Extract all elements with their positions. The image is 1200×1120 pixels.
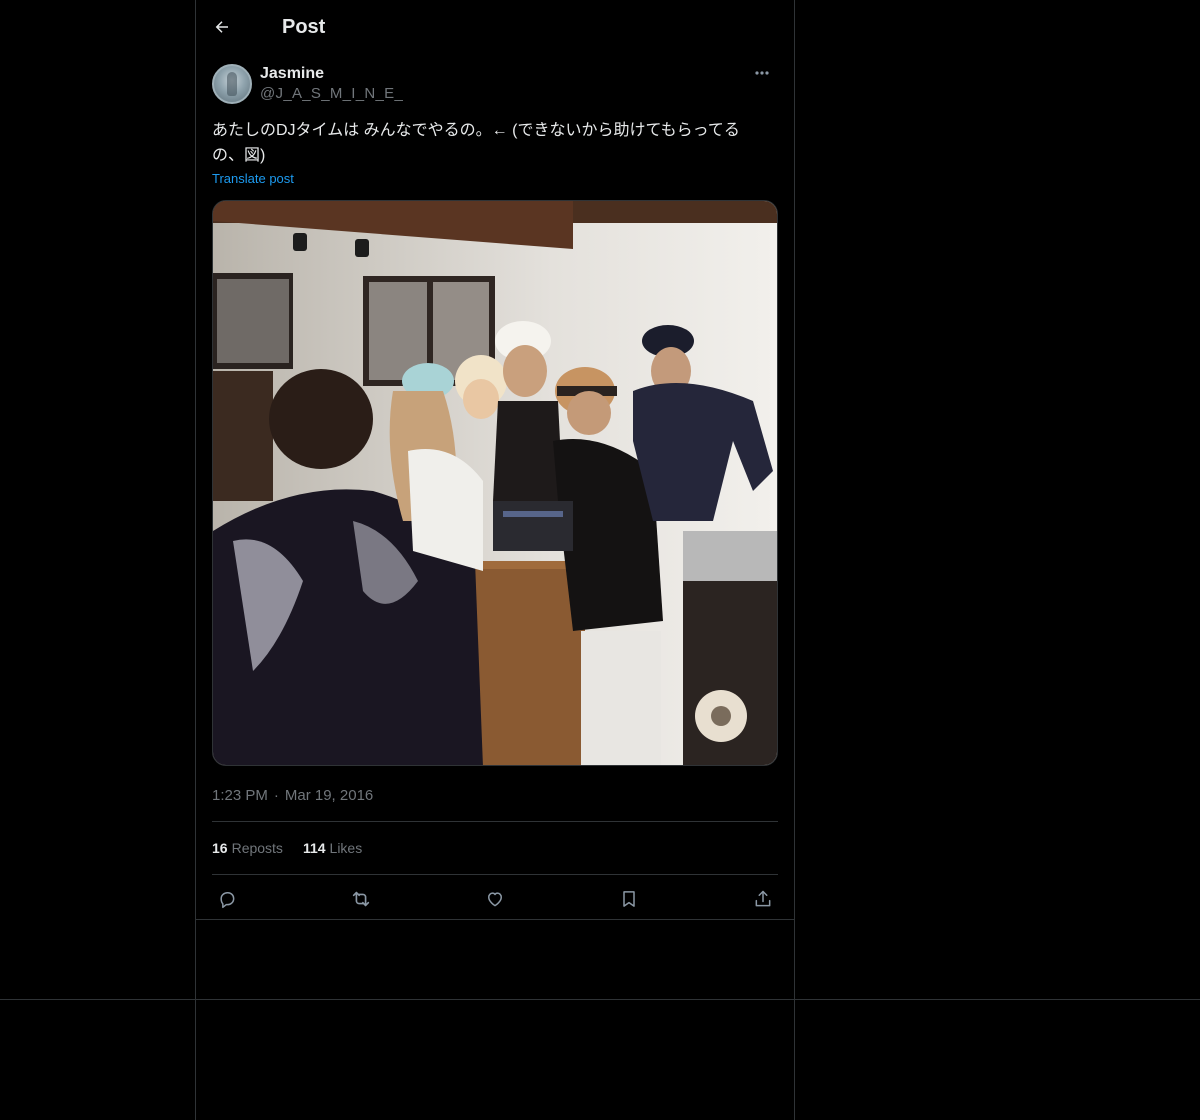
more-button[interactable] [748, 64, 776, 82]
bottom-divider [0, 999, 1200, 1000]
author-row: Jasmine @J_A_S_M_I_N_E_ [212, 64, 778, 106]
post-photo[interactable] [212, 200, 778, 766]
post-text-line-1: あたしのDJタイムは みんなでやるの。← (できないから助けてもらってる [212, 122, 740, 139]
more-horizontal-icon [755, 71, 769, 75]
share-icon [755, 890, 771, 907]
post-actions [212, 875, 778, 923]
reply-button[interactable] [216, 888, 238, 910]
likes-label: Likes [329, 840, 363, 856]
repost-button[interactable] [350, 888, 372, 910]
bookmark-button[interactable] [618, 888, 640, 910]
avatar-figure [227, 72, 237, 96]
back-button[interactable] [210, 15, 234, 39]
reposts-stat[interactable]: 16 Reposts [212, 840, 283, 856]
post-timestamp: 1:23 PM · Mar 19, 2016 [212, 785, 778, 805]
post-date[interactable]: Mar 19, 2016 [285, 787, 373, 804]
header: Post [196, 0, 794, 54]
page-title: Post [282, 15, 326, 38]
likes-count: 114 [302, 840, 326, 856]
author-names: Jasmine @J_A_S_M_I_N_E_ [260, 64, 403, 104]
post-time[interactable]: 1:23 PM [212, 787, 268, 804]
column-border-right [794, 0, 795, 1120]
bookmark-icon [623, 891, 635, 907]
reposts-count: 16 [212, 840, 228, 856]
post-text-line-2: の、図) [212, 147, 266, 164]
avatar[interactable] [212, 64, 252, 104]
share-button[interactable] [752, 888, 774, 910]
reply-icon [220, 892, 235, 909]
author-handle[interactable]: @J_A_S_M_I_N_E_ [260, 84, 403, 104]
post-text: あたしのDJタイムは みんなでやるの。← (できないから助けてもらってる の、図… [212, 118, 778, 168]
likes-stat[interactable]: 114 Likes [303, 840, 362, 856]
page: Post Jasmine @J_A_S_M_I_N_E_ あたしのDJタイムは … [0, 0, 1200, 1120]
like-button[interactable] [484, 888, 506, 910]
main-column: Post Jasmine @J_A_S_M_I_N_E_ あたしのDJタイムは … [196, 0, 794, 923]
author-name[interactable]: Jasmine [260, 64, 403, 84]
repost-icon [352, 891, 370, 907]
translate-post-link[interactable]: Translate post [212, 171, 294, 186]
photo-illustration [213, 201, 777, 765]
heart-icon [488, 892, 502, 907]
post-stats: 16 Reposts 114 Likes [212, 822, 778, 874]
arrow-left-icon [215, 21, 228, 33]
reposts-label: Reposts [231, 840, 283, 856]
post: Jasmine @J_A_S_M_I_N_E_ あたしのDJタイムは みんなでや… [196, 64, 794, 923]
timestamp-separator: · [273, 786, 279, 804]
